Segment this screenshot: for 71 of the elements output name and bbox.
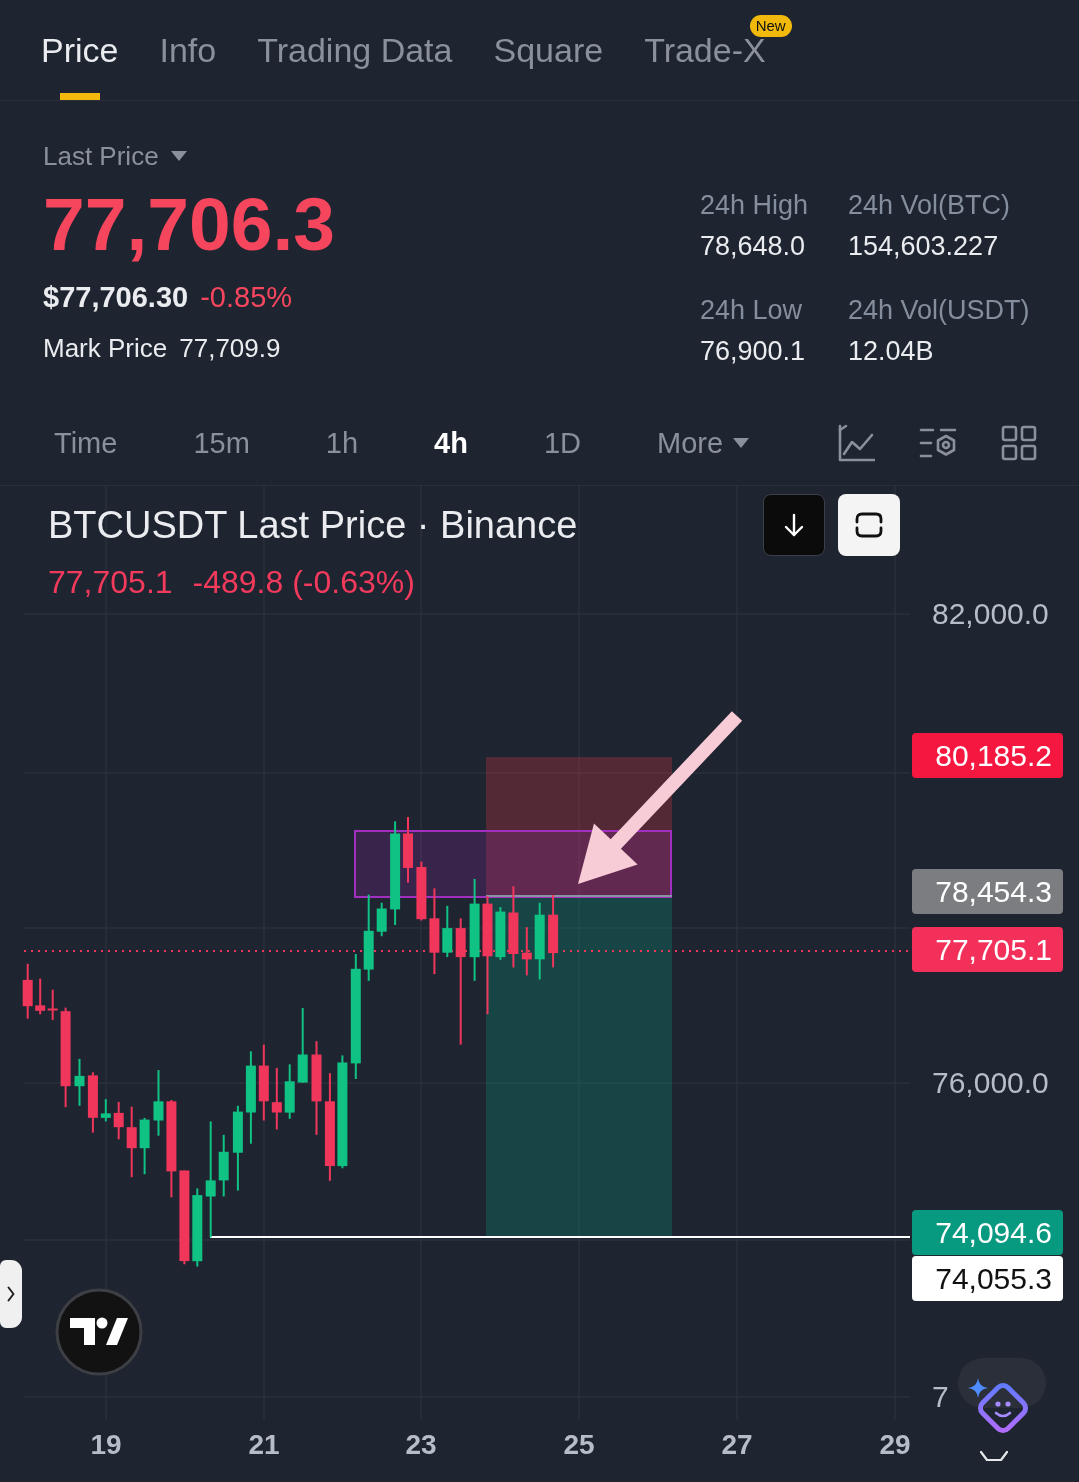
candle <box>87 1072 98 1133</box>
fullscreen-button[interactable] <box>838 494 900 556</box>
scroll-down-button[interactable] <box>763 494 825 556</box>
interval-tab[interactable]: 1D <box>543 423 581 463</box>
candle <box>218 1134 229 1197</box>
candle <box>139 1117 150 1175</box>
candle <box>126 1106 137 1178</box>
date-axis-label: 23 <box>404 1428 438 1462</box>
caret-down-icon <box>733 438 750 448</box>
date-axis-label: 27 <box>720 1428 754 1462</box>
interval-tab[interactable]: 15m <box>193 423 250 463</box>
stat-value: 78,648.0 <box>700 230 807 263</box>
price-axis-label: 76,000.0 <box>932 1065 1049 1101</box>
usd-price: $77,706.30 <box>43 280 189 315</box>
mark-price-label: Mark Price <box>43 332 168 365</box>
price-type-dropdown[interactable]: Last Price <box>43 137 187 175</box>
candle <box>100 1099 111 1122</box>
stat-value: 12.04B <box>848 335 935 368</box>
date-axis-label: 19 <box>89 1428 123 1462</box>
candle <box>74 1058 85 1106</box>
chart-last-price: 77,705.1 <box>48 563 173 602</box>
price-tag: 78,454.3 <box>912 869 1063 914</box>
candle <box>35 978 46 1015</box>
price-tag: 74,094.6 <box>912 1210 1063 1255</box>
stat-value: 76,900.1 <box>700 335 807 368</box>
tab[interactable]: Square <box>493 10 604 100</box>
price-tag: 80,185.2 <box>912 733 1063 778</box>
mark-price: 77,709.9 <box>179 332 281 365</box>
candle <box>271 1067 282 1130</box>
candle <box>376 902 387 937</box>
candle <box>47 989 58 1021</box>
stat-label: 24h Vol(USDT) <box>848 294 1031 327</box>
candle <box>153 1070 164 1136</box>
grid-icon[interactable] <box>1001 425 1037 461</box>
logo-icon[interactable] <box>55 1288 143 1376</box>
chevron-icon[interactable] <box>979 1450 1009 1462</box>
chart-price-change: -489.8 (-0.63%) <box>192 563 415 602</box>
price-tag: 74,055.3 <box>912 1256 1063 1301</box>
price-axis-label: 82,000.0 <box>932 596 1049 632</box>
chevron-right-icon <box>7 1286 15 1302</box>
candle <box>284 1064 295 1119</box>
interval-tab[interactable]: 1h <box>325 423 359 463</box>
stat-label: 24h Low <box>700 294 804 327</box>
candle <box>495 907 506 960</box>
fullscreen-icon <box>854 511 884 539</box>
interval-tab[interactable]: Time <box>54 423 118 463</box>
line-chart-icon[interactable] <box>837 424 875 462</box>
date-axis-label: 29 <box>878 1428 912 1462</box>
candle <box>416 861 427 921</box>
chart-title: BTCUSDT Last Price · Binance <box>48 503 578 548</box>
candle <box>113 1101 124 1140</box>
more-dropdown[interactable]: More <box>657 423 750 463</box>
date-axis-label: 21 <box>247 1428 281 1462</box>
caret-down-icon <box>170 151 187 161</box>
expand-button[interactable] <box>0 1260 22 1328</box>
price-change: -0.85% <box>200 280 293 315</box>
tab[interactable]: Trading Data <box>257 10 453 100</box>
interval-tab[interactable]: 4h <box>434 423 468 463</box>
stat-label: 24h Vol(BTC) <box>848 189 1012 222</box>
last-price: 77,706.3 <box>43 184 335 264</box>
candle <box>521 927 532 976</box>
new-badge: New <box>749 15 792 37</box>
candle <box>22 963 33 1019</box>
candle <box>403 817 413 883</box>
price-tag: 77,705.1 <box>912 927 1063 972</box>
price-axis-label: 7 <box>932 1379 949 1415</box>
tab[interactable]: Info <box>159 10 217 100</box>
stat-value: 154,603.227 <box>848 230 1000 263</box>
stat-label: 24h High <box>700 189 810 222</box>
date-axis-label: 25 <box>562 1428 596 1462</box>
candle <box>442 905 453 958</box>
